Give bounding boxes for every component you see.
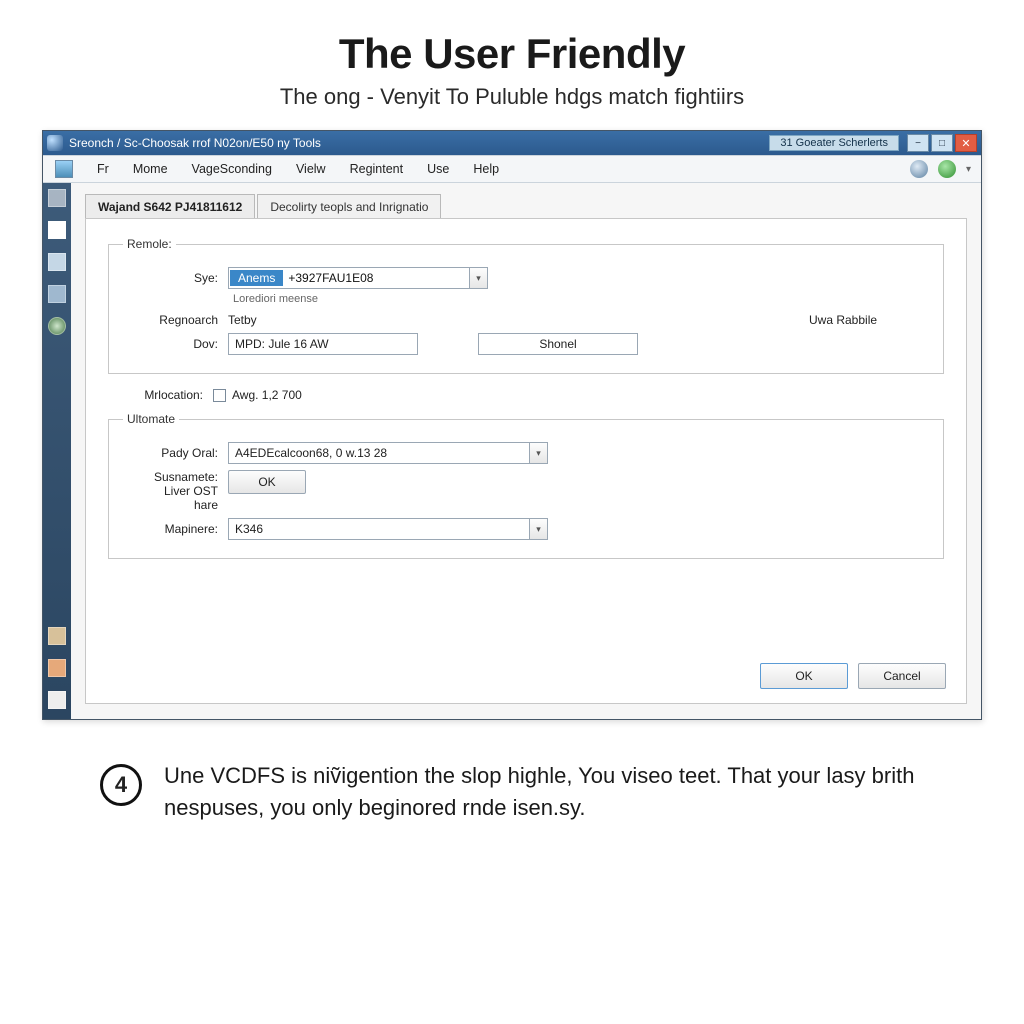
page-heading: The User Friendly The ong - Venyit To Pu… (20, 30, 1004, 110)
tab-body: Remole: Sye: Anems +3927FAU1E08 ▾ Loredi… (85, 218, 967, 704)
chevron-down-icon[interactable]: ▾ (529, 443, 547, 463)
menubar: Fr Mome VageSconding Vielw Regintent Use… (43, 155, 981, 183)
menu-regintent[interactable]: Regintent (338, 162, 416, 176)
globe-icon[interactable] (938, 160, 956, 178)
susna-label-3: hare (123, 498, 218, 512)
chevron-down-icon[interactable]: ▾ (469, 268, 487, 288)
app-icon (47, 135, 63, 151)
titlebar: Sreonch / Sc-Choosak rrof N02on/E50 ny T… (43, 131, 981, 155)
shonel-input[interactable]: Shonel (478, 333, 638, 355)
side-icon-2[interactable] (48, 221, 66, 239)
regnoarch-label: Regnoarch (123, 313, 218, 327)
menu-view[interactable]: Vielw (284, 162, 338, 176)
user-icon[interactable] (910, 160, 928, 178)
mpd-input[interactable]: MPD: Jule 16 AW (228, 333, 418, 355)
mapinere-label: Mapinere: (123, 522, 218, 536)
page-title: The User Friendly (20, 30, 1004, 78)
tab-active[interactable]: Wajand S642 PJ41811612 (85, 194, 255, 220)
side-icon-bottom-1[interactable] (48, 627, 66, 645)
mapinere-value: K346 (229, 522, 529, 536)
menu-use[interactable]: Use (415, 162, 461, 176)
page-subtitle: The ong - Venyit To Puluble hdgs match f… (20, 84, 1004, 110)
footnote: 4 Une VCDFS is niṽigention the slop high… (20, 720, 1004, 824)
cancel-button[interactable]: Cancel (858, 663, 946, 689)
susna-label-1: Susnamete: (123, 470, 218, 484)
app-window: Sreonch / Sc-Choosak rrof N02on/E50 ny T… (42, 130, 982, 720)
ultomate-ok-button[interactable]: OK (228, 470, 306, 494)
checkbox-icon (213, 389, 226, 402)
remole-legend: Remole: (123, 237, 176, 251)
left-toolbar (43, 183, 71, 719)
tab-inactive[interactable]: Decolirty teopls and Inrignatio (257, 194, 441, 220)
sye-chip: Anems (230, 270, 283, 286)
close-button[interactable] (955, 134, 977, 152)
ultomate-group: Ultomate Pady Oral: A4EDEcalcoon68, 0 w.… (108, 412, 944, 559)
side-icon-4[interactable] (48, 285, 66, 303)
pady-label: Pady Oral: (123, 446, 218, 460)
window-title: Sreonch / Sc-Choosak rrof N02on/E50 ny T… (69, 136, 769, 150)
dialog-buttons: OK Cancel (760, 663, 946, 689)
sye-label: Sye: (123, 271, 218, 285)
footnote-text: Une VCDFS is niṽigention the slop highle… (164, 760, 924, 824)
side-icon-bottom-2[interactable] (48, 659, 66, 677)
tetby-label: Tetby (228, 313, 288, 327)
menu-items: Fr Mome VageSconding Vielw Regintent Use… (85, 162, 900, 176)
pady-value: A4EDEcalcoon68, 0 w.13 28 (229, 446, 529, 460)
main-pane: Wajand S642 PJ41811612 Decolirty teopls … (71, 183, 981, 719)
sye-select[interactable]: Anems +3927FAU1E08 ▾ (228, 267, 488, 289)
dov-label: Dov: (123, 337, 218, 351)
remole-group: Remole: Sye: Anems +3927FAU1E08 ▾ Loredi… (108, 237, 944, 374)
toolbar-right: ▾ (900, 160, 981, 178)
mrlocation-checkbox-label: Awg. 1,2 700 (232, 388, 302, 402)
minimize-button[interactable] (907, 134, 929, 152)
maximize-button[interactable] (931, 134, 953, 152)
side-icon-3[interactable] (48, 253, 66, 271)
side-icon-5[interactable] (48, 317, 66, 335)
step-badge: 4 (100, 764, 142, 806)
toolbar-caret-icon[interactable]: ▾ (966, 164, 971, 175)
susna-label-2: Liver OST (123, 484, 218, 498)
mapinere-combo[interactable]: K346 ▾ (228, 518, 548, 540)
side-icon-bottom-3[interactable] (48, 691, 66, 709)
side-icon-1[interactable] (48, 189, 66, 207)
toolbar-lead[interactable] (43, 160, 85, 178)
titlebar-right-label: 31 Goeater Scherlerts (769, 135, 899, 151)
menu-vagesconding[interactable]: VageSconding (180, 162, 284, 176)
sye-rest: +3927FAU1E08 (284, 271, 469, 285)
ultomate-legend: Ultomate (123, 412, 179, 426)
mrlocation-checkbox[interactable]: Awg. 1,2 700 (213, 388, 302, 402)
uwa-label: Uwa Rabbile (809, 313, 929, 327)
menu-help[interactable]: Help (461, 162, 511, 176)
chevron-down-icon[interactable]: ▾ (529, 519, 547, 539)
tabs: Wajand S642 PJ41811612 Decolirty teopls … (85, 193, 967, 219)
mrlocation-label: Mrlocation: (108, 388, 203, 402)
menu-fr[interactable]: Fr (85, 162, 121, 176)
pady-combo[interactable]: A4EDEcalcoon68, 0 w.13 28 ▾ (228, 442, 548, 464)
sye-subnote: Lorediori meense (233, 293, 929, 305)
ok-button[interactable]: OK (760, 663, 848, 689)
tool-icon (55, 160, 73, 178)
menu-mome[interactable]: Mome (121, 162, 180, 176)
